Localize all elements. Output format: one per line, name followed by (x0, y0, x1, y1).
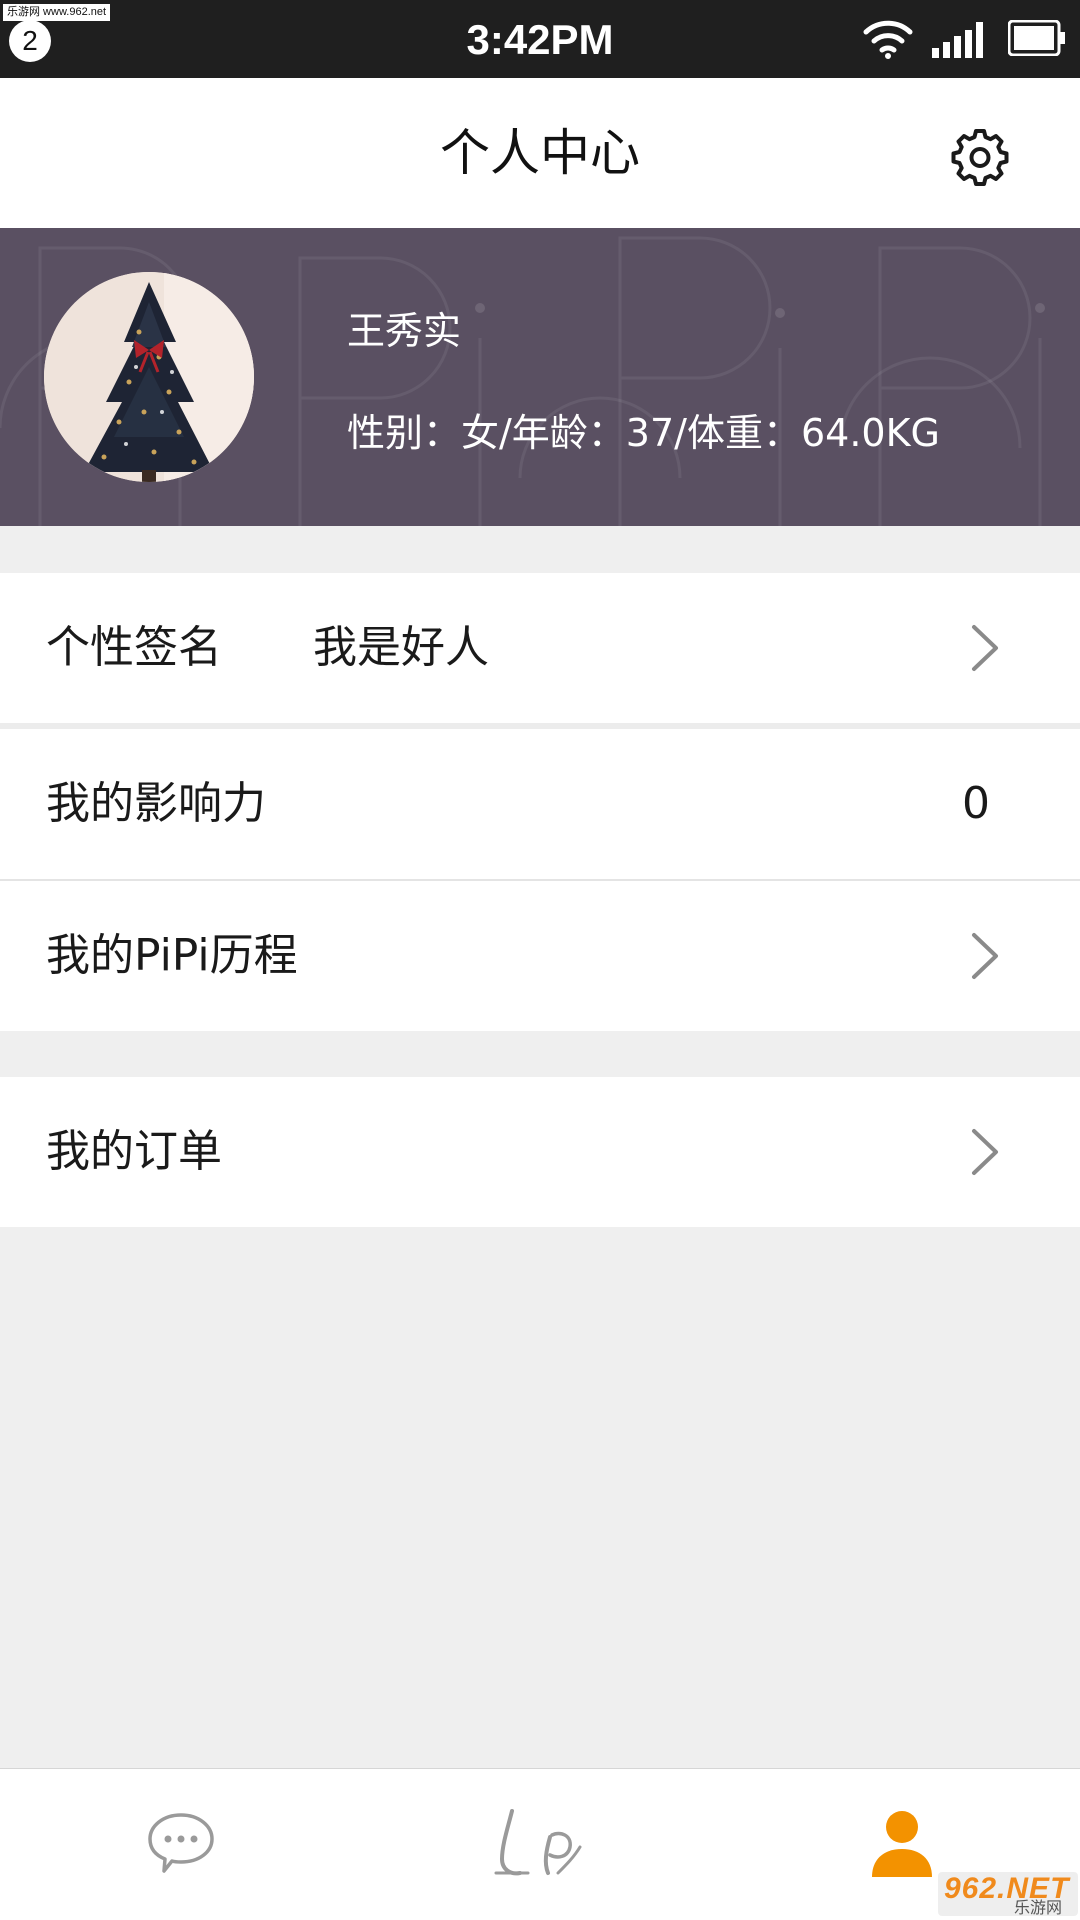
orders-label: 我的订单 (46, 1126, 222, 1177)
chat-bubble-icon (148, 1813, 214, 1873)
signature-row[interactable]: 个性签名 我是好人 (0, 573, 1080, 723)
page-title: 个人中心 (440, 124, 640, 182)
influence-value: 0 (962, 778, 990, 829)
pipi-logo-icon (494, 1809, 582, 1876)
status-time: 3:42PM (466, 16, 614, 63)
signal-icon (932, 22, 983, 58)
profile-info: 性别：女/年龄：37/体重：64.0KG (347, 411, 940, 455)
watermark-sub: 乐游网 (1014, 1900, 1063, 1917)
history-label: 我的PiPi历程 (46, 930, 298, 981)
chevron-right-icon (972, 933, 998, 979)
gear-icon (951, 129, 1009, 186)
header-bar: 个人中心 (0, 78, 1080, 229)
influence-row[interactable]: 我的影响力 0 (0, 729, 1080, 879)
influence-label: 我的影响力 (46, 778, 266, 829)
wifi-icon (863, 20, 913, 59)
tab-messages[interactable] (0, 1769, 360, 1920)
status-bar: 乐游网 www.962.net 2 3:42PM (0, 0, 1080, 78)
chevron-right-icon (972, 1129, 998, 1175)
watermark-bottom: 962.NET 乐游网 (938, 1872, 1078, 1917)
person-icon (872, 1811, 932, 1877)
profile-banner: 王秀实 性别：女/年龄：37/体重：64.0KG (0, 228, 1080, 526)
chevron-right-icon (972, 625, 998, 671)
history-row[interactable]: 我的PiPi历程 (0, 881, 1080, 1031)
battery-icon (1008, 20, 1065, 56)
tab-pipi[interactable] (360, 1769, 720, 1920)
tab-bar (0, 1768, 1080, 1920)
orders-row[interactable]: 我的订单 (0, 1077, 1080, 1227)
settings-button[interactable] (950, 126, 1010, 186)
screen: 乐游网 www.962.net 2 3:42PM 个人中心 王秀实 性别：女/年… (0, 0, 1080, 1920)
signature-value: 我是好人 (313, 622, 489, 673)
christmas-tree-photo (44, 272, 254, 482)
profile-name: 王秀实 (347, 309, 462, 353)
avatar[interactable] (44, 272, 254, 482)
signature-label: 个性签名 (46, 622, 222, 673)
